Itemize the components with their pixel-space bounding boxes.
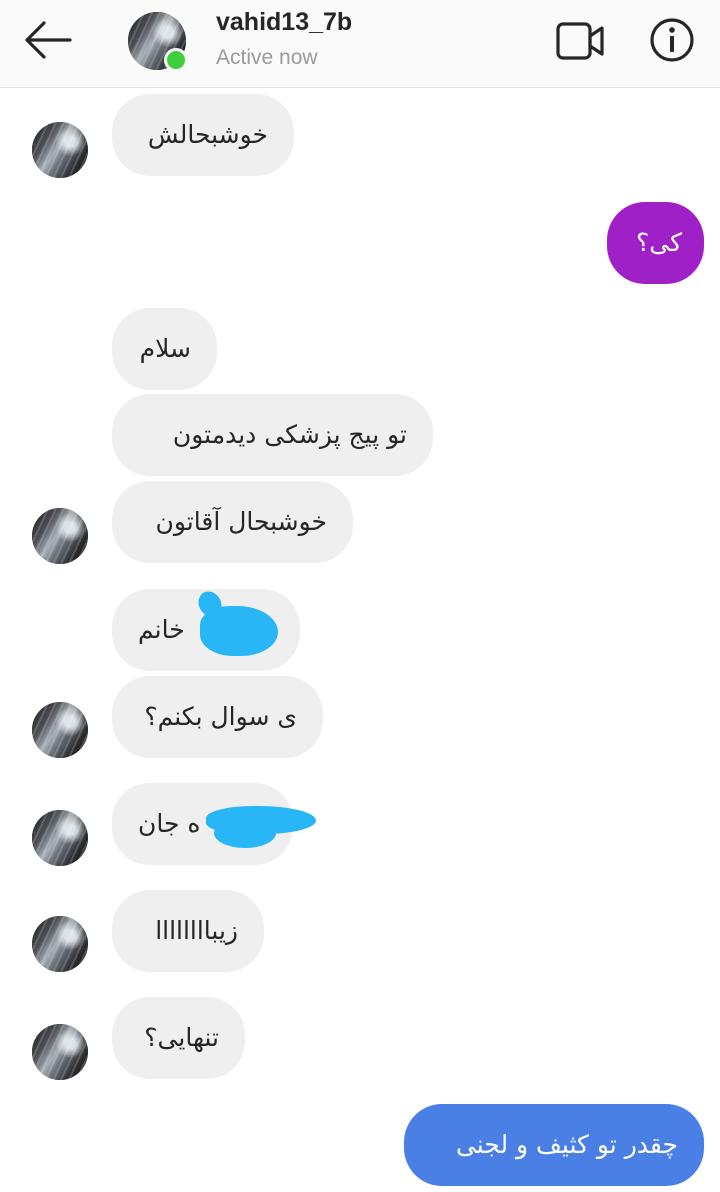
sender-avatar[interactable] xyxy=(32,122,88,178)
received-message[interactable]: زیباااااااا xyxy=(112,890,264,972)
received-message[interactable]: خوشبحالش xyxy=(112,94,294,176)
back-button[interactable] xyxy=(20,16,76,64)
received-message[interactable]: تو پیج پزشکی دیدمتون xyxy=(112,394,433,476)
sender-avatar[interactable] xyxy=(32,916,88,972)
arrow-left-icon xyxy=(25,21,72,59)
sender-avatar[interactable] xyxy=(32,810,88,866)
received-message[interactable]: خوشبحال آقاتون xyxy=(112,481,353,563)
video-call-button[interactable] xyxy=(552,18,608,64)
sent-message[interactable]: کی؟ xyxy=(607,202,704,284)
received-message[interactable]: سلام xyxy=(112,308,217,390)
info-icon xyxy=(650,18,694,62)
sender-avatar[interactable] xyxy=(32,508,88,564)
message-text: ه جان xyxy=(138,809,201,838)
redaction-mark xyxy=(214,818,276,848)
activity-status: Active now xyxy=(216,46,318,69)
info-button[interactable] xyxy=(648,16,696,64)
sender-avatar[interactable] xyxy=(32,702,88,758)
online-status-dot xyxy=(164,48,188,72)
received-message[interactable]: تنهایی؟ xyxy=(112,997,245,1079)
sent-message[interactable]: چقدر تو کثیف و لجنی xyxy=(404,1104,704,1186)
contact-username[interactable]: vahid13_7b xyxy=(216,8,352,37)
sender-avatar[interactable] xyxy=(32,1024,88,1080)
video-camera-icon xyxy=(556,22,604,60)
contact-avatar[interactable] xyxy=(128,12,188,72)
chat-header: vahid13_7b Active now xyxy=(0,0,720,88)
received-message[interactable]: ی سوال بکنم؟ xyxy=(112,676,323,758)
message-text: خانم xyxy=(138,615,185,644)
